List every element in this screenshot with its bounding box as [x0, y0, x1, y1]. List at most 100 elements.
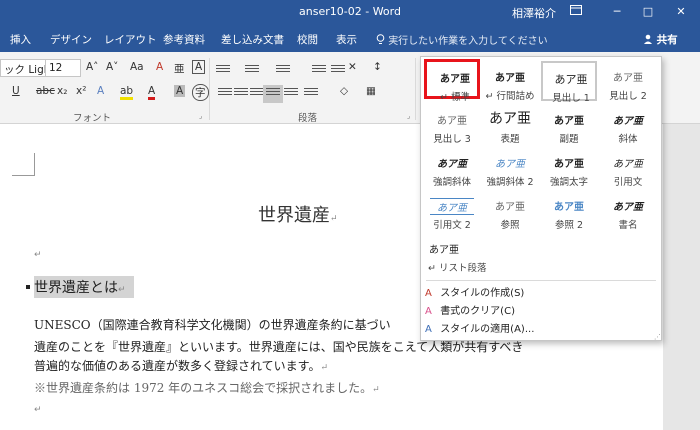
resize-grip-icon[interactable]: ⋰	[654, 333, 661, 341]
style-book-title[interactable]: あア亜 書名	[600, 190, 656, 231]
font-color-button[interactable]: A	[148, 85, 156, 100]
title-bar: anser10-02 - Word 相澤裕介 ─ □ ✕	[0, 0, 700, 25]
style-label: ↵ リスト段落	[428, 263, 487, 274]
style-intense-emphasis-2[interactable]: あア亜 強調斜体 2	[482, 147, 538, 188]
style-label: 強調太字	[549, 177, 588, 188]
strikethrough-button[interactable]: abc	[36, 85, 55, 97]
style-preview: あア亜	[430, 198, 474, 215]
underline-button[interactable]: U	[12, 85, 20, 97]
style-label: 強調斜体	[432, 177, 471, 188]
note-line[interactable]: ※世界遺産条約は 1972 年のユネスコ総会で採択されました。↵	[34, 379, 380, 396]
tab-references[interactable]: 参考資料	[163, 32, 205, 47]
shading-icon[interactable]: ◇	[340, 85, 348, 97]
align-center-icon[interactable]	[234, 88, 248, 100]
ribbon-display-icon[interactable]	[565, 3, 587, 21]
style-intense-quote[interactable]: あア亜 引用文 2	[424, 190, 480, 231]
style-quote[interactable]: あア亜 引用文	[600, 147, 656, 188]
style-heading-1[interactable]: あア亜 見出し 1	[541, 61, 597, 104]
tab-insert[interactable]: 挿入	[10, 32, 31, 47]
numbering-icon[interactable]	[245, 65, 259, 77]
command-label: スタイルの作成(S)	[440, 288, 525, 299]
enclose-button[interactable]: A	[192, 60, 206, 74]
tell-me-label: 実行したい作業を入力してください	[388, 36, 548, 47]
style-label: ↵ 標準	[440, 92, 470, 103]
style-intense-emphasis[interactable]: あア亜 強調斜体	[424, 147, 480, 188]
lightbulb-icon	[376, 34, 388, 47]
maximize-button[interactable]: □	[637, 3, 659, 21]
tab-view[interactable]: 表示	[336, 32, 357, 47]
bullets-icon[interactable]	[216, 65, 230, 77]
phonetic-guide-button[interactable]: 亜	[174, 61, 185, 76]
body-text-line[interactable]: UNESCO（国際連合教育科学文化機関）の世界遺産条約に基づい	[34, 316, 391, 333]
increase-indent-icon[interactable]	[331, 65, 345, 77]
style-emphasis[interactable]: あア亜 斜体	[600, 104, 656, 145]
align-left-icon[interactable]	[218, 88, 232, 100]
style-subtle-reference[interactable]: あア亜 参照	[482, 190, 538, 231]
document-title[interactable]: 世界遺産↵	[258, 201, 338, 227]
paragraph-mark: ↵	[320, 363, 328, 373]
share-button[interactable]: 共有	[643, 32, 678, 47]
decrease-indent-icon[interactable]	[312, 65, 326, 77]
style-label: 引用文	[613, 177, 643, 188]
line-spacing-icon[interactable]	[304, 88, 318, 100]
style-intense-reference[interactable]: あア亜 参照 2	[541, 190, 597, 231]
style-list-paragraph[interactable]: あア亜 ↵ リスト段落	[424, 233, 486, 274]
style-preview: あア亜	[613, 159, 643, 170]
font-size-box[interactable]: 12	[45, 59, 81, 77]
shrink-font-button[interactable]: A˅	[106, 61, 118, 73]
style-label: 見出し 1	[552, 93, 590, 104]
minimize-button[interactable]: ─	[606, 3, 628, 21]
highlight-button[interactable]: ab	[120, 85, 134, 100]
style-strong[interactable]: あア亜 強調太字	[541, 147, 597, 188]
char-shading-button[interactable]: A	[174, 85, 186, 97]
clear-format-button[interactable]: A	[156, 61, 163, 73]
font-dialog-launcher-icon[interactable]: ⌟	[199, 112, 202, 120]
tab-mailings[interactable]: 差し込み文書	[221, 32, 284, 47]
enclosed-char-button[interactable]: 字	[192, 84, 209, 101]
paragraph-mark: ↵	[118, 285, 126, 295]
selected-heading[interactable]: 世界遺産とは↵	[34, 276, 134, 298]
style-label: 見出し 3	[433, 134, 471, 145]
style-heading-2[interactable]: あア亜 見出し 2	[600, 61, 656, 102]
style-label: 強調斜体 2	[486, 177, 534, 188]
grow-font-button[interactable]: A˄	[86, 61, 98, 73]
apply-styles-command[interactable]: A スタイルの適用(A)...	[425, 320, 534, 337]
style-title[interactable]: あア亜 表題	[482, 104, 538, 145]
user-account[interactable]: 相澤裕介	[512, 5, 556, 21]
command-label: 書式のクリア(C)	[440, 306, 515, 317]
subscript-button[interactable]: x₂	[57, 85, 67, 97]
style-preview: あア亜	[437, 116, 467, 127]
tab-layout[interactable]: レイアウト	[104, 32, 157, 47]
style-preview: あア亜	[429, 245, 459, 256]
paragraph-bullet-mark	[26, 285, 30, 289]
text-effects-button[interactable]: A	[97, 85, 104, 97]
borders-icon[interactable]: ▦	[366, 85, 376, 97]
vertical-scrollbar[interactable]	[663, 124, 700, 430]
tab-design[interactable]: デザイン	[50, 32, 92, 47]
sort-icon[interactable]: ↕	[373, 61, 382, 73]
create-style-command[interactable]: A スタイルの作成(S)	[425, 284, 524, 301]
clear-formatting-command[interactable]: A 書式のクリア(C)	[425, 302, 515, 319]
body-text-line[interactable]: 普遍的な価値のある遺産が数多く登録されています。↵	[34, 357, 328, 374]
group-divider	[415, 58, 416, 120]
style-preview: あア亜	[554, 116, 584, 127]
share-label: 共有	[656, 34, 678, 46]
superscript-button[interactable]: x²	[76, 85, 86, 97]
style-preview: あア亜	[613, 202, 643, 213]
change-case-button[interactable]: Aa	[130, 61, 144, 73]
close-button[interactable]: ✕	[670, 3, 692, 21]
style-preview: あア亜	[554, 202, 584, 213]
paragraph-dialog-launcher-icon[interactable]: ⌟	[407, 112, 410, 120]
style-heading-3[interactable]: あア亜 見出し 3	[424, 104, 480, 145]
justify-icon[interactable]	[263, 85, 283, 103]
align-right-icon[interactable]	[250, 88, 264, 100]
style-normal[interactable]: あア亜 ↵ 標準	[424, 59, 480, 103]
style-preview: あア亜	[495, 73, 525, 84]
distributed-icon[interactable]	[284, 88, 298, 100]
multilevel-list-icon[interactable]	[276, 65, 290, 77]
style-no-spacing[interactable]: あア亜 ↵ 行間詰め	[482, 61, 538, 102]
tab-review[interactable]: 校閲	[297, 32, 318, 47]
style-subtitle[interactable]: あア亜 副題	[541, 104, 597, 145]
tell-me-box[interactable]: 実行したい作業を入力してください	[376, 32, 548, 47]
asian-layout-icon[interactable]: ✕	[348, 61, 357, 73]
